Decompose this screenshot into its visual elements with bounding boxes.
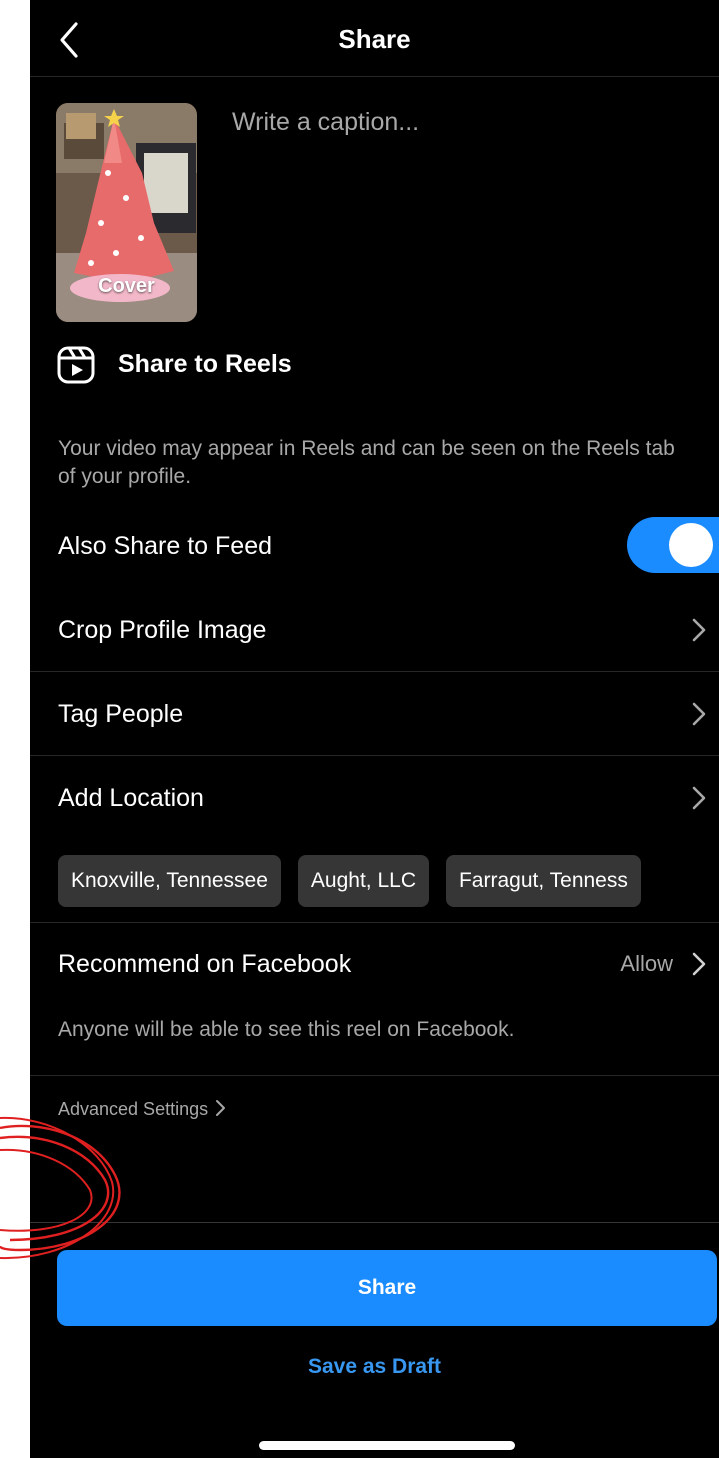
toggle-knob (669, 523, 713, 567)
tag-people-row[interactable]: Tag People (30, 672, 719, 756)
location-suggestions: Knoxville, Tennessee Aught, LLC Farragut, … (58, 855, 719, 907)
save-as-draft-button[interactable]: Save as Draft (30, 1355, 719, 1379)
tag-people-label: Tag People (58, 700, 184, 728)
location-chip[interactable]: Aught, LLC (297, 855, 429, 907)
chevron-right-icon (216, 1100, 226, 1116)
advanced-settings-label: Advanced Settings (58, 1099, 209, 1119)
crop-profile-image-label: Crop Profile Image (58, 616, 267, 644)
recommend-on-facebook-label: Recommend on Facebook (58, 950, 352, 978)
chevron-right-icon (692, 786, 706, 810)
page-title: Share (338, 24, 411, 54)
reels-icon (57, 346, 95, 384)
divider (30, 1222, 719, 1223)
also-share-to-feed-row: Also Share to Feed (30, 504, 719, 588)
recommend-on-facebook-row[interactable]: Recommend on Facebook Allow (30, 922, 719, 1006)
share-to-reels-title: Share to Reels (118, 350, 292, 378)
caption-input[interactable] (232, 108, 692, 308)
share-screen: Share Cover Share t (30, 0, 719, 1458)
location-chip[interactable]: Farragut, Tenness (445, 855, 641, 907)
chevron-right-icon (692, 702, 706, 726)
recommend-on-facebook-value: Allow (620, 951, 673, 976)
cover-thumbnail[interactable]: Cover (56, 103, 197, 322)
divider (30, 1075, 719, 1076)
also-share-to-feed-label: Also Share to Feed (58, 532, 273, 560)
chevron-right-icon (692, 618, 706, 642)
add-location-row[interactable]: Add Location (30, 756, 719, 840)
location-chip[interactable]: Knoxville, Tennessee (58, 855, 281, 907)
share-button[interactable]: Share (57, 1250, 717, 1326)
chevron-right-icon (692, 952, 706, 976)
advanced-settings-link[interactable]: Advanced Settings (58, 1098, 226, 1120)
share-to-reels-description: Your video may appear in Reels and can b… (58, 437, 675, 488)
also-share-to-feed-toggle[interactable] (627, 517, 719, 573)
cover-label: Cover (98, 275, 155, 297)
header-bar: Share (30, 0, 719, 77)
facebook-description: Anyone will be able to see this reel on … (58, 1018, 515, 1041)
home-indicator (259, 1441, 515, 1450)
crop-profile-image-row[interactable]: Crop Profile Image (30, 588, 719, 672)
add-location-label: Add Location (58, 784, 204, 812)
